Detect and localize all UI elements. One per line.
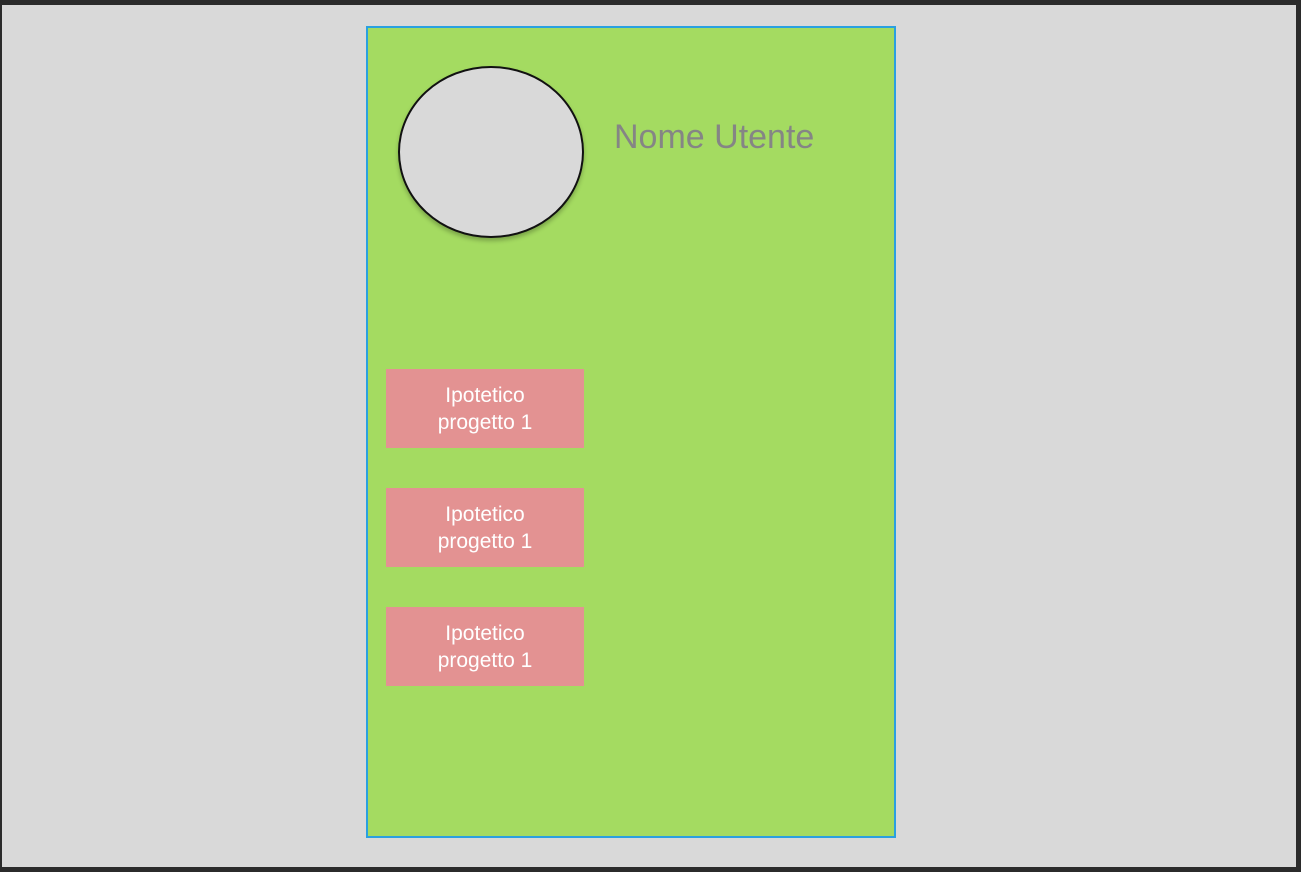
project-card[interactable]: Ipotetico progetto 1 xyxy=(386,488,584,567)
project-label: Ipotetico progetto 1 xyxy=(437,621,533,672)
username: Nome Utente xyxy=(614,118,815,156)
profile-frame: Nome Utente Ipotetico progetto 1 Ipoteti… xyxy=(366,26,896,838)
project-card[interactable]: Ipotetico progetto 1 xyxy=(386,607,584,686)
project-label: Ipotetico progetto 1 xyxy=(437,383,533,434)
design-canvas: Nome Utente Ipotetico progetto 1 Ipoteti… xyxy=(2,5,1296,867)
project-label: Ipotetico progetto 1 xyxy=(437,502,533,553)
avatar[interactable] xyxy=(398,66,584,238)
project-card[interactable]: Ipotetico progetto 1 xyxy=(386,369,584,448)
